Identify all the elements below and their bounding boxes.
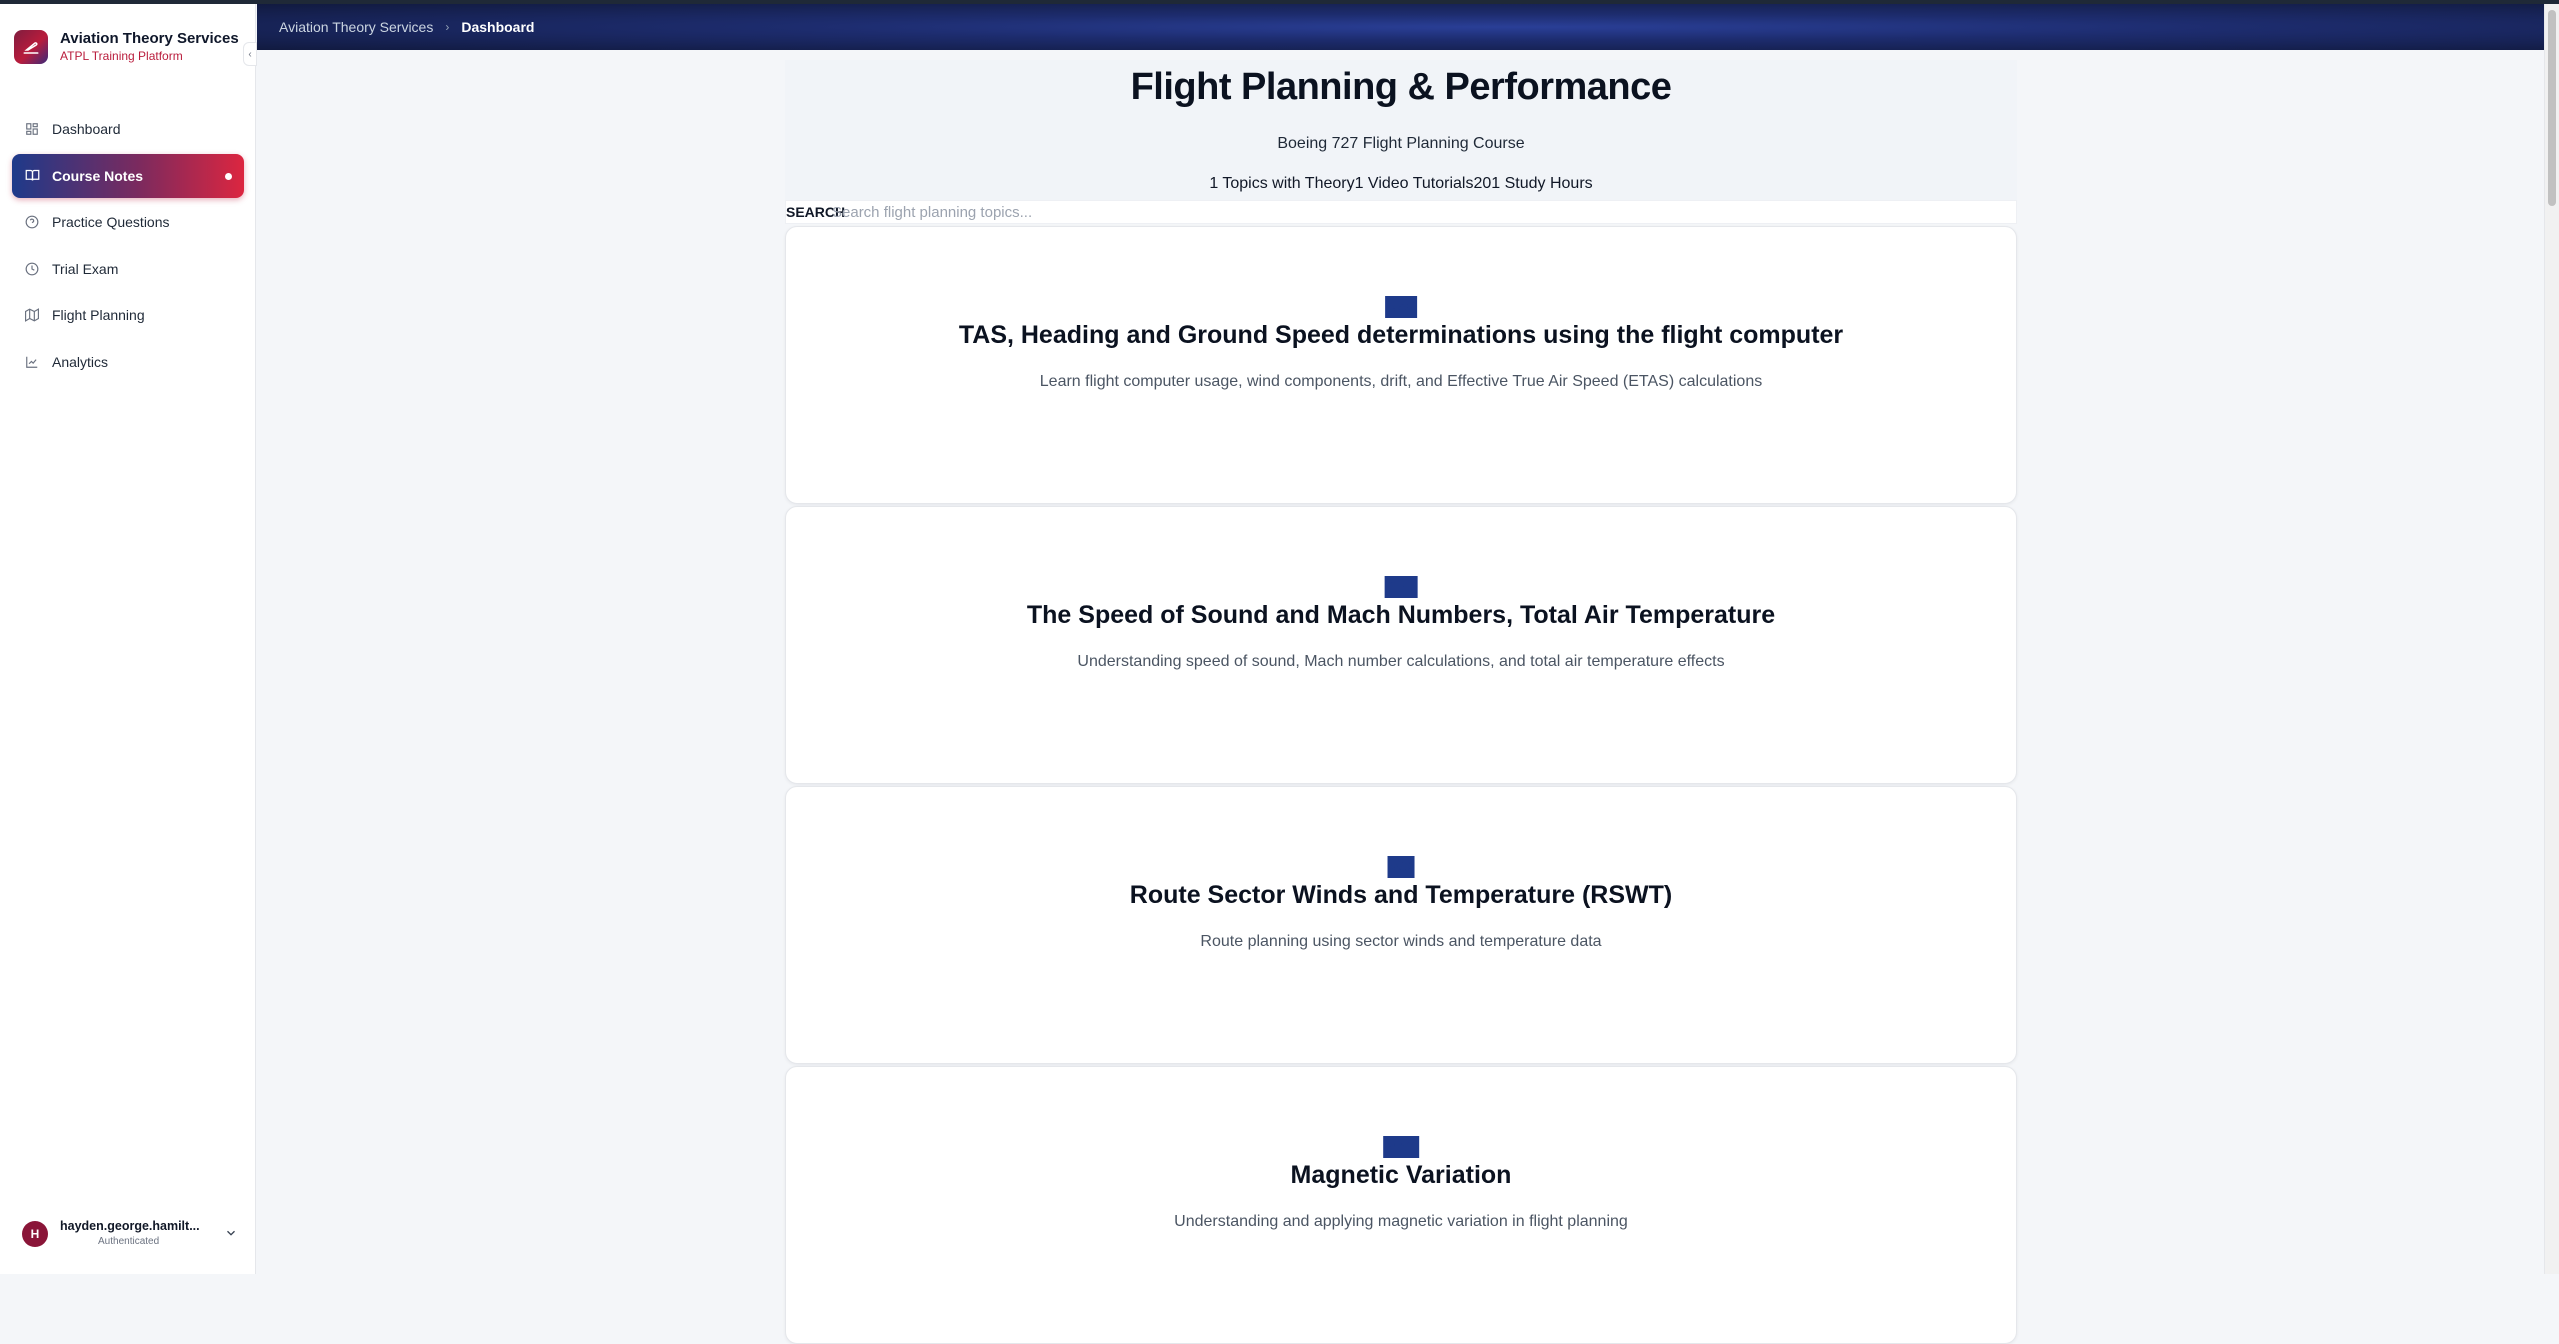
help-circle-icon (24, 214, 40, 230)
topic-badge: SPD (1384, 576, 1418, 598)
topic-description: Understanding and applying magnetic vari… (1174, 1213, 1628, 1230)
topic-card[interactable]: MAG Magnetic Variation Understanding and… (785, 1066, 2017, 1344)
sidebar-item-analytics[interactable]: Analytics (12, 340, 244, 384)
sidebar-item-course-notes[interactable]: Course Notes (12, 153, 244, 198)
breadcrumb-current: Dashboard (461, 19, 535, 35)
topic-card[interactable]: WX Route Sector Winds and Temperature (R… (785, 786, 2017, 1064)
sidebar-item-label: Dashboard (52, 121, 121, 137)
course-stats: 1 Topics with Theory1 Video Tutorials201… (1209, 175, 1593, 192)
sidebar-item-dashboard[interactable]: Dashboard (12, 107, 244, 151)
brand[interactable]: Aviation Theory Services ATPL Training P… (14, 26, 254, 66)
sidebar-item-flight-planning[interactable]: Flight Planning (12, 293, 244, 337)
breadcrumb-root[interactable]: Aviation Theory Services (279, 19, 433, 35)
topic-title: Magnetic Variation (1290, 1161, 1512, 1189)
main-content: Flight Planning & Performance Boeing 727… (257, 50, 2544, 1344)
active-indicator-dot (225, 172, 232, 180)
page-subtitle: Boeing 727 Flight Planning Course (1277, 135, 1525, 152)
plane-logo-icon (14, 30, 48, 64)
breadcrumb: Aviation Theory Services › Dashboard (279, 19, 534, 35)
topic-badge: NAV (1385, 296, 1417, 318)
sidebar-item-label: Flight Planning (52, 307, 145, 323)
user-name: hayden.george.hamilt... (60, 1219, 200, 1233)
sidebar-collapse-button[interactable]: ‹ (243, 42, 257, 66)
brand-subtitle: ATPL Training Platform (60, 49, 183, 63)
sidebar-item-trial-exam[interactable]: Trial Exam (12, 247, 244, 291)
sidebar: Aviation Theory Services ATPL Training P… (0, 4, 257, 1274)
sidebar-item-label: Practice Questions (52, 214, 170, 230)
sidebar-item-label: Trial Exam (52, 260, 119, 277)
topic-description: Learn flight computer usage, wind compon… (1039, 373, 1763, 390)
topic-badge: MAG (1383, 1136, 1419, 1158)
sidebar-item-practice-questions[interactable]: Practice Questions (12, 200, 244, 244)
page-title: Flight Planning & Performance (1130, 66, 1672, 108)
sidebar-item-label: Analytics (52, 353, 109, 370)
chart-line-icon (24, 354, 40, 370)
topic-card[interactable]: NAV TAS, Heading and Ground Speed determ… (785, 226, 2017, 504)
sidebar-nav: Dashboard Course Notes Practice Question… (12, 107, 244, 386)
chevron-down-icon[interactable] (224, 1226, 238, 1240)
topic-title: TAS, Heading and Ground Speed determinat… (958, 321, 1844, 349)
search-input[interactable] (786, 201, 2016, 223)
clock-icon (24, 261, 40, 277)
user-menu[interactable]: H hayden.george.hamilt... Authenticated (14, 1216, 242, 1252)
topic-title: Route Sector Winds and Temperature (RSWT… (1129, 881, 1673, 909)
sidebar-item-label: Course Notes (52, 167, 144, 184)
top-header: Aviation Theory Services › Dashboard (257, 4, 2544, 50)
page-scrollbar[interactable] (2544, 4, 2559, 1274)
search-bar: SEARCH (785, 200, 2017, 224)
brand-title: Aviation Theory Services (60, 30, 239, 47)
grid-icon (24, 121, 40, 137)
chevron-right-icon: › (445, 20, 450, 34)
avatar: H (22, 1221, 48, 1247)
topic-description: Understanding speed of sound, Mach numbe… (1077, 653, 1725, 670)
topic-card[interactable]: SPD The Speed of Sound and Mach Numbers,… (785, 506, 2017, 784)
topic-badge: WX (1387, 856, 1415, 878)
book-open-icon (24, 168, 40, 184)
user-status: Authenticated (98, 1236, 160, 1247)
map-icon (24, 307, 40, 323)
topic-title: The Speed of Sound and Mach Numbers, Tot… (1026, 601, 1776, 629)
topic-description: Route planning using sector winds and te… (1200, 933, 1602, 950)
scrollbar-thumb[interactable] (2548, 10, 2556, 206)
